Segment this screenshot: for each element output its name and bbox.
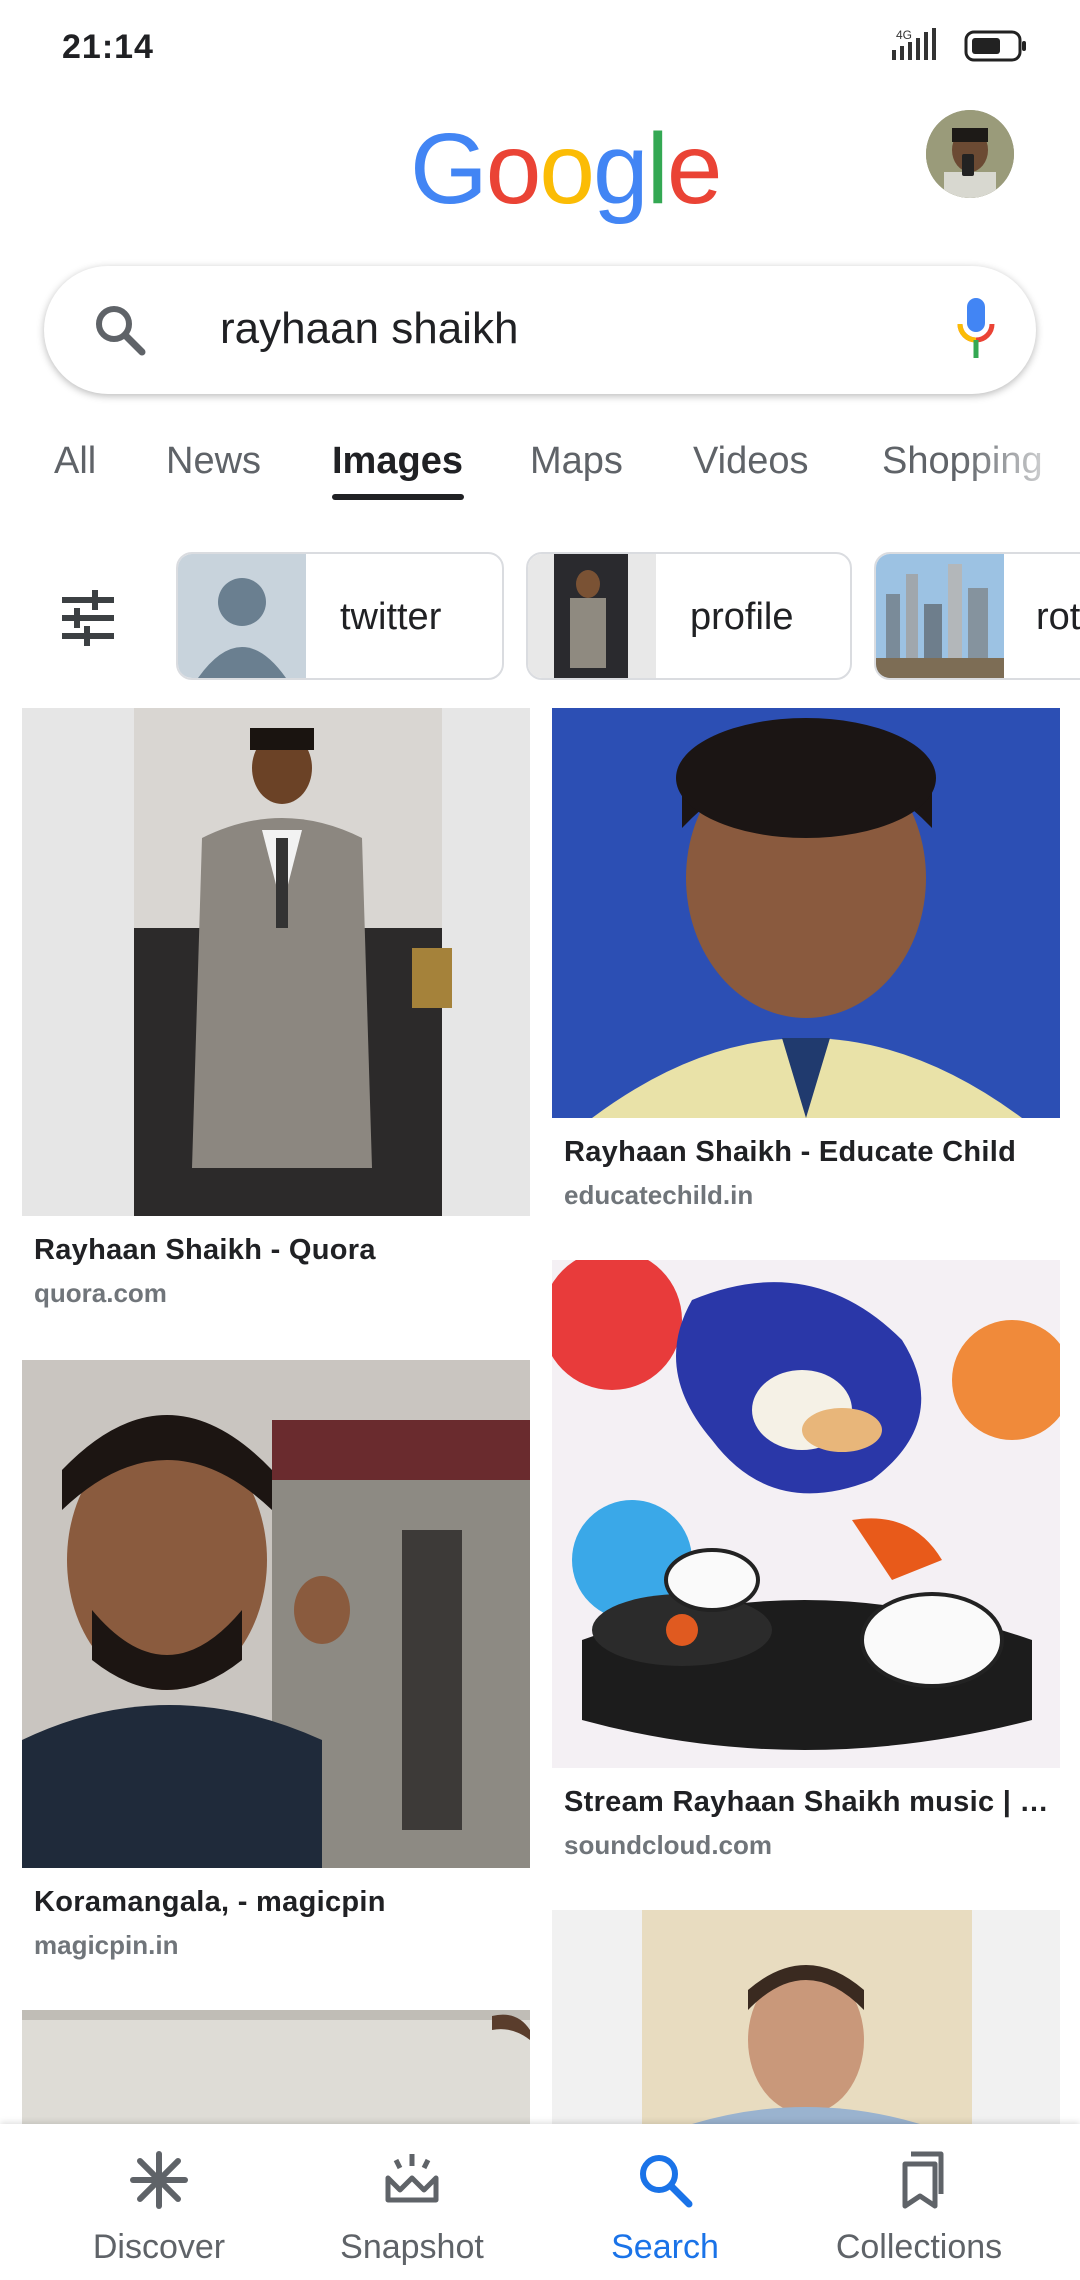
network-type: 4G xyxy=(896,28,912,42)
chip-thumbnail xyxy=(528,554,656,678)
nav-snapshot[interactable]: Snapshot xyxy=(297,2124,527,2280)
search-tabs: All News Images Maps Videos Shopping xyxy=(0,430,1080,510)
active-tab-indicator xyxy=(332,494,464,500)
search-icon xyxy=(640,2155,693,2208)
logo-letter: e xyxy=(666,113,723,225)
image-result[interactable]: Stream Rayhaan Shaikh music | … soundclo… xyxy=(552,1260,1060,1860)
result-source: educatechild.in xyxy=(564,1180,754,1210)
mic-icon[interactable] xyxy=(956,296,996,362)
status-time: 21:14 xyxy=(62,28,154,66)
nav-label: Search xyxy=(611,2228,719,2266)
account-avatar[interactable] xyxy=(926,110,1014,198)
chip-label: rot xyxy=(1036,596,1080,638)
avatar-photo xyxy=(926,110,1014,198)
signal-icon: 4G xyxy=(892,28,936,60)
result-image xyxy=(22,2010,530,2124)
image-result[interactable] xyxy=(552,1910,1060,2124)
result-image xyxy=(22,708,530,1216)
tune-icon[interactable] xyxy=(58,588,118,648)
chip-profile[interactable]: profile xyxy=(526,552,852,680)
tab-videos[interactable]: Videos xyxy=(693,440,809,483)
result-title: Stream Rayhaan Shaikh music | … xyxy=(564,1786,1049,1818)
nav-label: Discover xyxy=(92,2228,226,2266)
result-title: Koramangala, - magicpin xyxy=(34,1886,386,1918)
result-title: Rayhaan Shaikh - Educate Child xyxy=(564,1136,1017,1168)
result-source: magicpin.in xyxy=(34,1930,179,1960)
nav-label: Snapshot xyxy=(340,2228,484,2266)
nav-collections[interactable]: Collections xyxy=(804,2124,1034,2280)
tab-all[interactable]: All xyxy=(54,440,96,483)
result-image xyxy=(552,708,1060,1118)
result-source: quora.com xyxy=(34,1278,167,1308)
logo-letter: o xyxy=(539,113,595,225)
image-result[interactable] xyxy=(22,2010,530,2124)
image-result[interactable]: Rayhaan Shaikh - Educate Child educatech… xyxy=(552,708,1060,1218)
nav-discover[interactable]: Discover xyxy=(44,2124,274,2280)
image-result[interactable]: Rayhaan Shaikh - Quora quora.com xyxy=(22,708,530,1308)
result-image xyxy=(22,1360,530,1868)
search-icon xyxy=(96,306,146,356)
result-image xyxy=(552,1260,1060,1768)
logo-letter: G xyxy=(410,113,488,225)
chip-thumbnail xyxy=(876,554,1004,678)
battery-icon xyxy=(964,30,1026,62)
tab-news[interactable]: News xyxy=(166,440,261,483)
google-logo: Google xyxy=(410,112,723,227)
chip-thumbnail xyxy=(178,554,306,678)
logo-letter: l xyxy=(646,113,669,225)
chip-label: profile xyxy=(690,596,794,638)
nav-label: Collections xyxy=(835,2228,1003,2266)
asterisk-icon xyxy=(130,2151,188,2209)
logo-letter: o xyxy=(485,113,542,225)
search-bar[interactable]: rayhaan shaikh xyxy=(44,266,1036,394)
tab-images[interactable]: Images xyxy=(332,440,463,483)
chip-rot[interactable]: rot xyxy=(874,552,1080,680)
result-image xyxy=(552,1910,1060,2124)
chip-twitter[interactable]: twitter xyxy=(176,552,504,680)
tabs-fade xyxy=(960,430,1080,510)
bottom-navigation: Discover Snapshot Search Collections xyxy=(0,2124,1080,2280)
tab-maps[interactable]: Maps xyxy=(530,440,623,483)
search-input[interactable]: rayhaan shaikh xyxy=(220,304,518,354)
image-result[interactable]: Koramangala, - magicpin magicpin.in xyxy=(22,1360,530,1960)
result-title: Rayhaan Shaikh - Quora xyxy=(34,1234,376,1266)
chip-label: twitter xyxy=(340,596,442,638)
snapshot-icon xyxy=(385,2154,439,2203)
result-source: soundcloud.com xyxy=(564,1830,772,1860)
bookmarks-icon xyxy=(902,2151,944,2209)
logo-letter: g xyxy=(593,113,649,225)
status-bar: 21:14 4G xyxy=(0,0,1080,96)
nav-search[interactable]: Search xyxy=(550,2124,780,2280)
